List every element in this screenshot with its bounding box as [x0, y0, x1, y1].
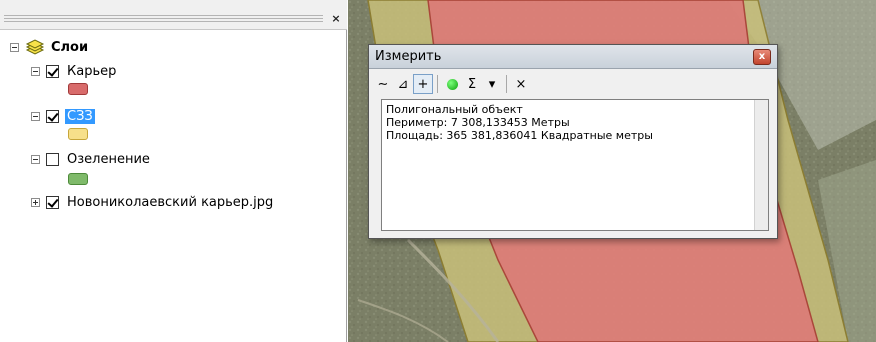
- grip-line: [4, 18, 323, 19]
- snap-to-features-button[interactable]: [442, 74, 462, 94]
- symbol-swatch-karier[interactable]: [68, 83, 88, 95]
- layer-item-ozelenenie[interactable]: Озеленение: [31, 150, 152, 168]
- collapse-icon[interactable]: [31, 66, 40, 76]
- measure-feature-button[interactable]: +: [413, 74, 433, 94]
- toolbar-separator: [506, 75, 507, 93]
- toc-header[interactable]: ×: [0, 0, 347, 30]
- grip-line: [4, 15, 323, 16]
- toc-panel: × Слои Карьер СЗЗ Озеленение Новониколае…: [0, 0, 347, 342]
- expand-icon[interactable]: [31, 197, 40, 207]
- measure-close-button[interactable]: x: [753, 49, 771, 65]
- layers-icon: [25, 39, 45, 55]
- measure-toolbar: ∼ ⊿ + Σ ▾ ×: [373, 73, 531, 95]
- layer-label[interactable]: СЗЗ: [65, 108, 95, 124]
- result-line: Площадь: 365 381,836041 Квадратные метры: [386, 129, 653, 142]
- layer-label[interactable]: Карьер: [65, 64, 118, 79]
- layer-label[interactable]: Озеленение: [65, 152, 152, 167]
- show-total-button[interactable]: Σ: [462, 74, 482, 94]
- measure-area-button[interactable]: ⊿: [393, 74, 413, 94]
- layer-tree: Слои Карьер СЗЗ Озеленение Новониколаевс…: [0, 30, 346, 342]
- layer-visibility-checkbox[interactable]: [46, 109, 59, 123]
- layer-visibility-checkbox[interactable]: [46, 152, 59, 166]
- collapse-icon[interactable]: [31, 154, 40, 164]
- grip-line: [4, 21, 323, 22]
- layers-root-label: Слои: [51, 39, 89, 55]
- result-line: Полигональный объект: [386, 103, 523, 116]
- collapse-icon[interactable]: [31, 111, 40, 121]
- vertical-scrollbar[interactable]: [754, 100, 768, 230]
- layer-label[interactable]: Новониколаевский карьер.jpg: [65, 195, 275, 210]
- green-dot-icon: [446, 78, 458, 90]
- symbol-swatch-ozelenenie[interactable]: [68, 173, 88, 185]
- layer-visibility-checkbox[interactable]: [46, 64, 59, 78]
- layers-root[interactable]: Слои: [10, 38, 90, 56]
- result-line: Периметр: 7 308,133453 Метры: [386, 116, 570, 129]
- measure-title: Измерить: [375, 49, 442, 64]
- collapse-icon[interactable]: [10, 42, 19, 52]
- layer-visibility-checkbox[interactable]: [46, 195, 59, 209]
- toc-close-button[interactable]: ×: [329, 12, 343, 26]
- measure-titlebar[interactable]: Измерить x: [369, 45, 777, 69]
- measure-line-button[interactable]: ∼: [373, 74, 393, 94]
- symbol-swatch-szz[interactable]: [68, 128, 88, 140]
- layer-item-szz[interactable]: СЗЗ: [31, 107, 95, 125]
- clear-results-button[interactable]: ×: [511, 74, 531, 94]
- layer-item-karier[interactable]: Карьер: [31, 62, 118, 80]
- measure-results-box[interactable]: Полигональный объект Периметр: 7 308,133…: [381, 99, 769, 231]
- choose-units-button[interactable]: ▾: [482, 74, 502, 94]
- toolbar-separator: [437, 75, 438, 93]
- measure-dialog[interactable]: Измерить x ∼ ⊿ + Σ ▾ × Полигональный объ…: [368, 44, 778, 239]
- layer-item-raster[interactable]: Новониколаевский карьер.jpg: [31, 193, 275, 211]
